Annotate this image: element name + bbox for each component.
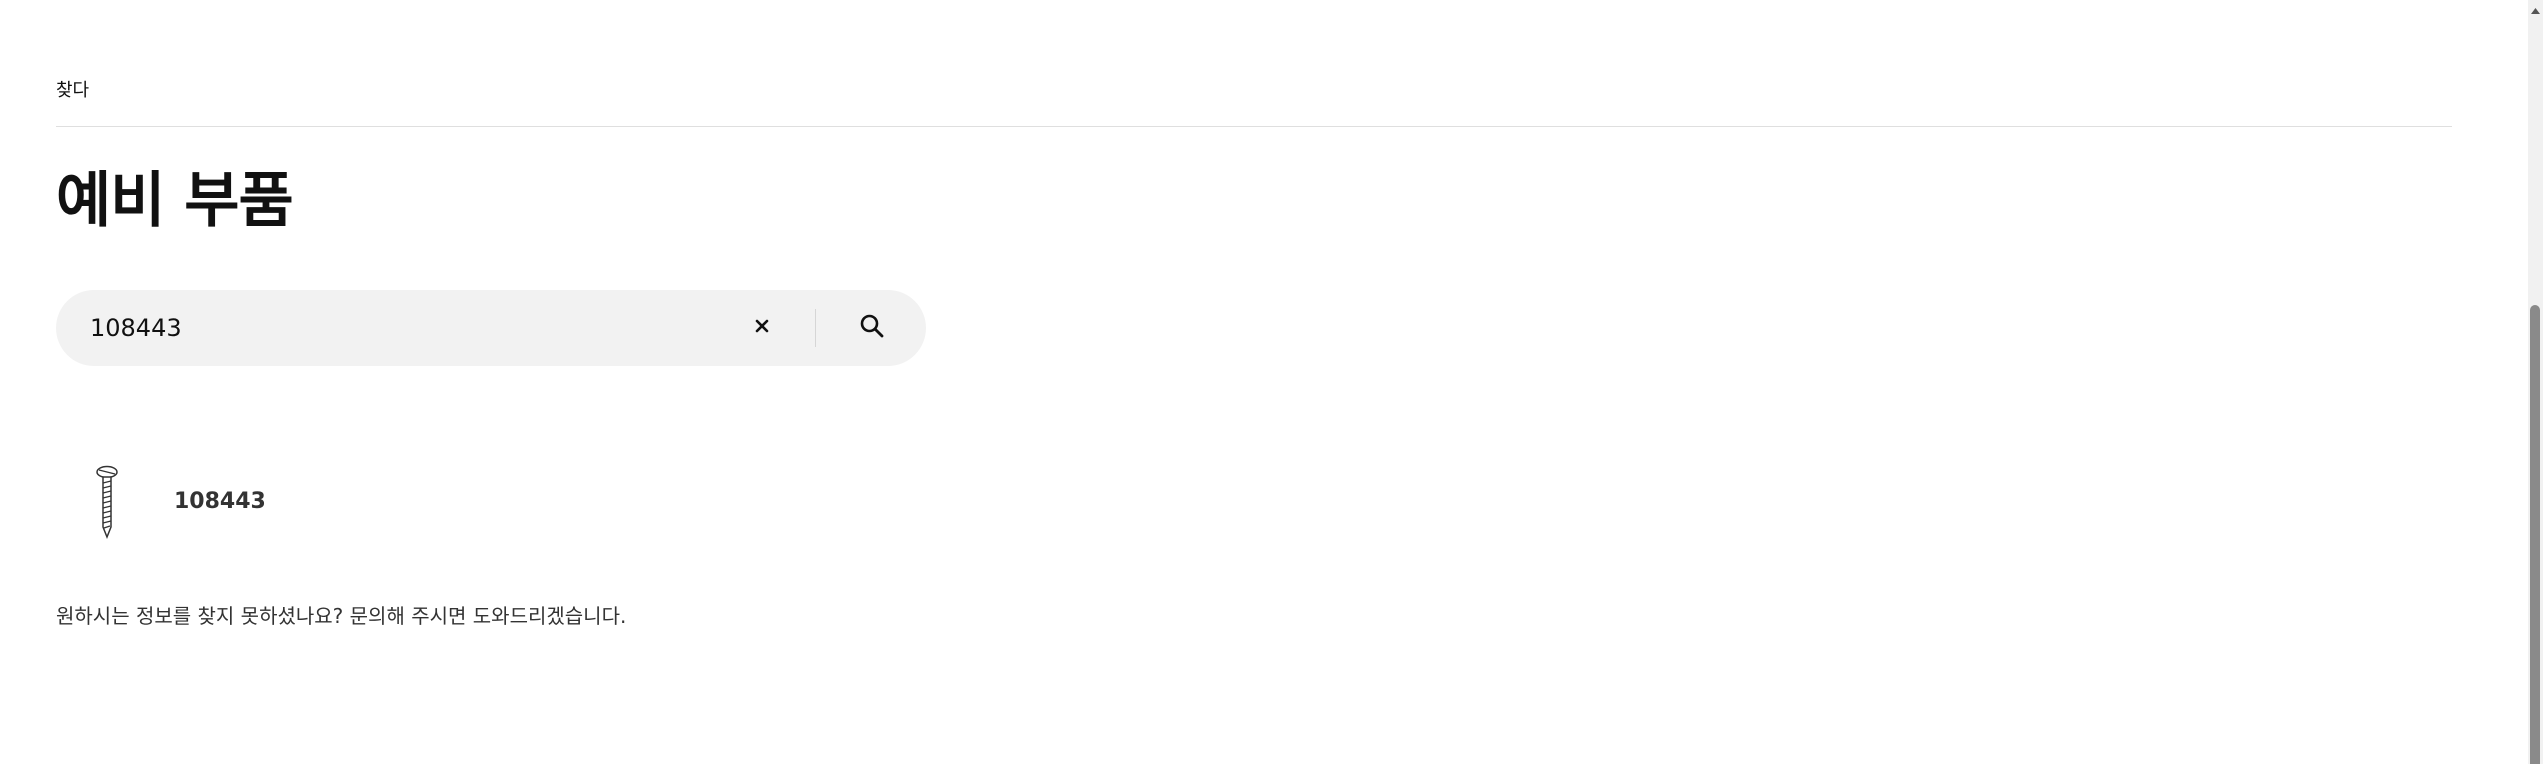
search-separator — [815, 309, 816, 347]
scrollbar-thumb[interactable] — [2530, 305, 2540, 764]
scroll-up-button[interactable] — [2528, 0, 2543, 14]
close-icon — [754, 318, 770, 338]
result-label: 108443 — [174, 489, 266, 514]
search-icon — [858, 312, 886, 344]
help-text-prefix: 원하시는 정보를 찾지 못하셨나요? — [56, 604, 350, 628]
header-divider — [56, 126, 2452, 127]
page: 찾다 예비 부품 108443 108443 원하시는 정보를 찾지 못하셨나요… — [0, 0, 2543, 764]
page-title: 예비 부품 — [56, 166, 294, 236]
search-button[interactable] — [846, 302, 898, 354]
screw-icon — [84, 465, 132, 541]
search-result-item[interactable]: 108443 — [56, 455, 656, 545]
scroll-up-arrow-icon — [2530, 0, 2541, 19]
search-bar — [56, 290, 926, 366]
contact-link[interactable]: 문의해 주시면 도와드리겠습니다. — [350, 604, 627, 628]
help-text: 원하시는 정보를 찾지 못하셨나요? 문의해 주시면 도와드리겠습니다. — [56, 600, 626, 629]
breadcrumb-find-link[interactable]: 찾다 — [56, 76, 89, 102]
search-input[interactable] — [90, 290, 750, 366]
clear-search-button[interactable] — [740, 306, 784, 350]
